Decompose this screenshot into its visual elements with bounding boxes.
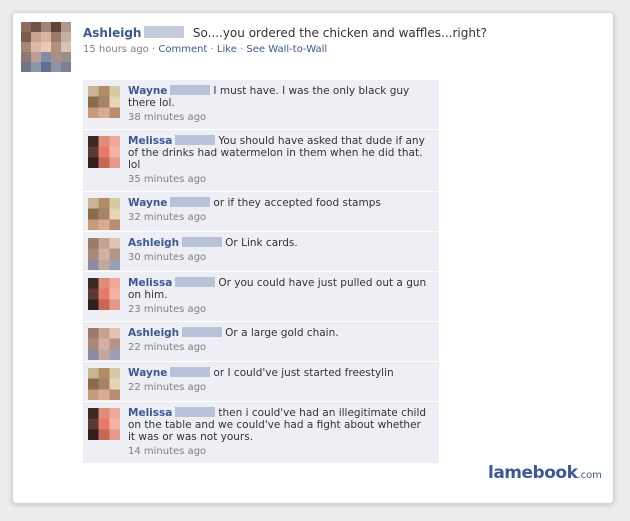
meta-separator: · <box>151 44 156 55</box>
commenter-avatar[interactable] <box>88 136 120 168</box>
comment-timestamp: 22 minutes ago <box>128 382 207 393</box>
comment-item: Melissa Or you could have just pulled out… <box>83 272 439 322</box>
comment-item: Wayne or I could've just started freestyl… <box>83 362 439 402</box>
redacted-surname <box>175 135 216 145</box>
watermark-main: lamebook <box>488 463 578 483</box>
redacted-surname <box>170 197 211 207</box>
commenter-name[interactable]: Melissa <box>128 135 172 147</box>
commenter-name[interactable]: Ashleigh <box>128 327 179 339</box>
comment-text: then i could've had an illegitimate chil… <box>128 407 427 443</box>
comment-item: Melissa You should have asked that dude i… <box>83 130 439 192</box>
wall-to-wall-link[interactable]: See Wall-to-Wall <box>246 44 327 55</box>
comment-item: Ashleigh Or a large gold chain. 22 minutes… <box>83 322 439 362</box>
commenter-avatar[interactable] <box>88 86 120 118</box>
comment-text: Or Link cards. <box>225 237 298 249</box>
commenter-avatar[interactable] <box>88 408 120 440</box>
commenter-avatar[interactable] <box>88 278 120 310</box>
commenter-avatar[interactable] <box>88 328 120 360</box>
commenter-name[interactable]: Melissa <box>128 277 172 289</box>
commenter-avatar[interactable] <box>88 368 120 400</box>
commenter-name[interactable]: Wayne <box>128 85 167 97</box>
comment-timestamp: 30 minutes ago <box>128 252 207 263</box>
redacted-surname <box>170 367 211 377</box>
commenter-name[interactable]: Wayne <box>128 197 167 209</box>
comment-text: or if they accepted food stamps <box>213 197 381 209</box>
post-timestamp: 15 hours ago <box>83 44 149 55</box>
commenter-name[interactable]: Melissa <box>128 407 172 419</box>
commenter-name[interactable]: Wayne <box>128 367 167 379</box>
like-link[interactable]: Like <box>217 44 237 55</box>
redacted-surname <box>175 407 216 417</box>
commenter-avatar[interactable] <box>88 238 120 270</box>
comment-timestamp: 14 minutes ago <box>128 446 207 457</box>
comment-timestamp: 23 minutes ago <box>128 304 207 315</box>
comment-item: Wayne I must have. I was the only black g… <box>83 80 439 130</box>
commenter-avatar[interactable] <box>88 198 120 230</box>
comment-timestamp: 35 minutes ago <box>128 174 207 185</box>
redacted-surname <box>182 237 223 247</box>
comment-timestamp: 32 minutes ago <box>128 212 207 223</box>
comment-timestamp: 22 minutes ago <box>128 342 207 353</box>
comment-text: You should have asked that dude if any o… <box>128 135 425 171</box>
meta-separator: · <box>210 44 214 55</box>
comment-item: Melissa then i could've had an illegitima… <box>83 402 439 464</box>
lamebook-watermark: lamebook.com <box>488 463 602 483</box>
comment-timestamp: 38 minutes ago <box>128 112 207 123</box>
post-author-avatar[interactable] <box>21 22 71 72</box>
redacted-surname <box>170 85 211 95</box>
commenter-name[interactable]: Ashleigh <box>128 237 179 249</box>
meta-separator: · <box>240 44 244 55</box>
post-meta: 15 hours ago · Comment · Like · See Wall… <box>83 44 583 55</box>
post-author-name[interactable]: Ashleigh <box>83 26 141 40</box>
redacted-surname <box>144 26 185 38</box>
watermark-suffix: .com <box>577 470 602 481</box>
redacted-surname <box>182 327 223 337</box>
comment-item: Wayne or if they accepted food stamps 32 m… <box>83 192 439 232</box>
comment-text: or I could've just started freestylin <box>213 367 394 379</box>
redacted-surname <box>175 277 216 287</box>
comment-list: Wayne I must have. I was the only black g… <box>83 80 439 464</box>
wall-post: Ashleigh So....you ordered the chicken a… <box>83 26 583 55</box>
comment-link[interactable]: Comment <box>158 44 207 55</box>
comment-text: Or a large gold chain. <box>225 327 339 339</box>
post-text: So....you ordered the chicken and waffle… <box>192 26 488 40</box>
comment-text: Or you could have just pulled out a gun … <box>128 277 427 301</box>
comment-item: Ashleigh Or Link cards. 30 minutes ago <box>83 232 439 272</box>
